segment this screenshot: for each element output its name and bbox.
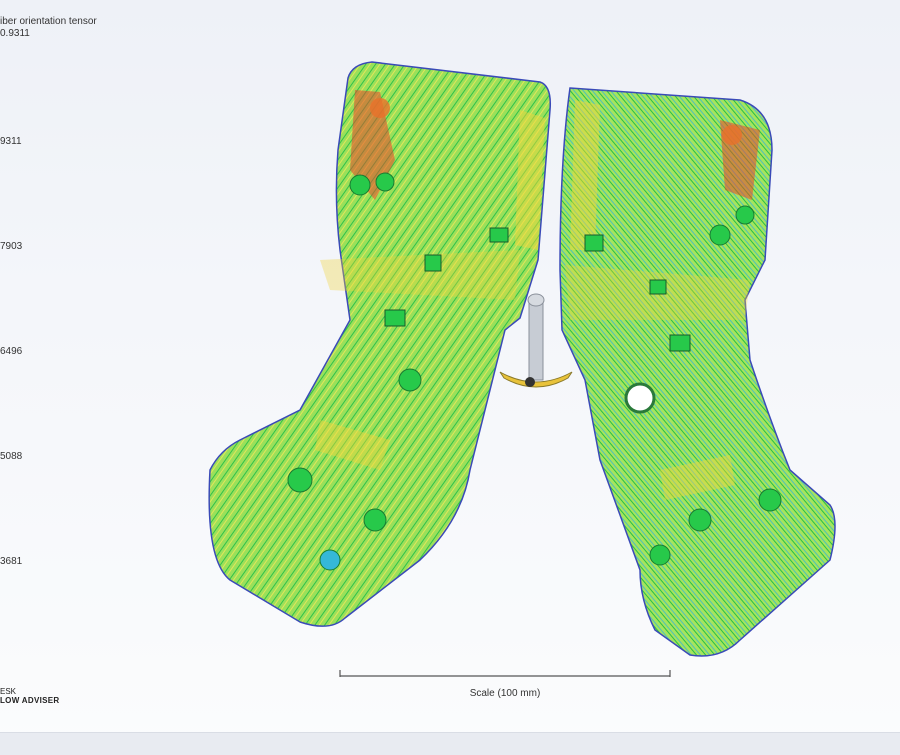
scale-bar-label: Scale (100 mm) xyxy=(469,688,541,699)
left-part xyxy=(208,61,552,627)
brand-line2: LOW ADVISER xyxy=(0,696,60,705)
scale-bar xyxy=(339,670,671,677)
brand-line1: ESK xyxy=(0,687,17,696)
brand-logo: ESK LOW ADVISER xyxy=(0,687,59,705)
right-part xyxy=(559,87,836,657)
fiber-orientation-model xyxy=(208,61,836,677)
bottom-bar xyxy=(0,732,900,755)
3d-viewport[interactable]: iber orientation tensor 0.9311 9311 7903… xyxy=(0,0,900,732)
